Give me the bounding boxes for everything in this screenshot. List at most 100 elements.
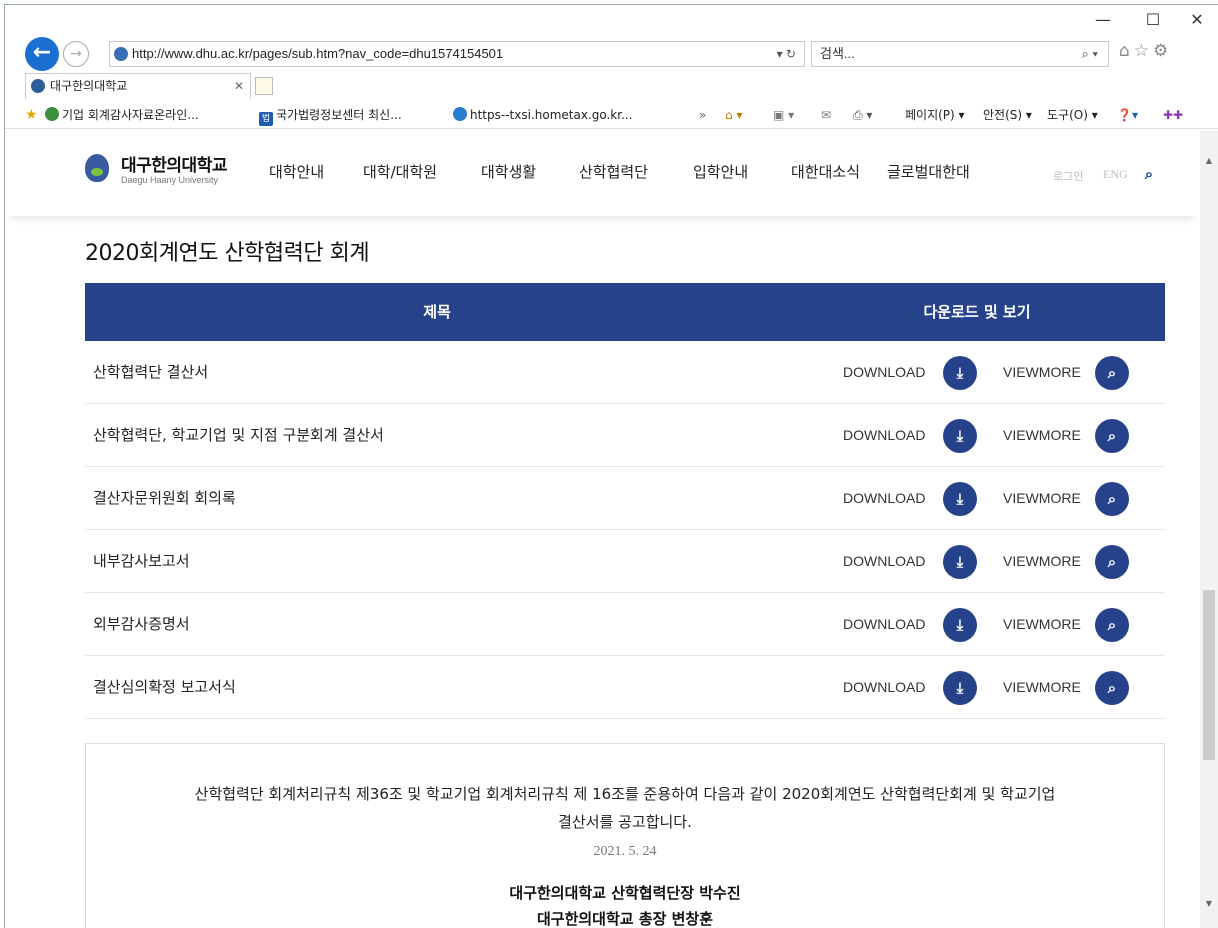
nav-item-about[interactable]: 대학안내 [269, 161, 324, 182]
ie-icon [453, 107, 467, 121]
document-title[interactable]: 외부감사증명서 [93, 593, 190, 656]
notice-signer-2: 대구한의대학교 총장 변창훈 [536, 910, 714, 928]
table-row: 산학협력단 결산서 DOWNLOAD ⤓ VIEWMORE ⌕ [85, 341, 1165, 404]
mail-icon[interactable]: ✉ [821, 101, 831, 129]
download-link[interactable]: DOWNLOAD [843, 467, 925, 530]
safety-menu[interactable]: 안전(S) ▾ [983, 101, 1032, 129]
document-title[interactable]: 결산자문위원회 회의록 [93, 467, 236, 530]
favorite-link-2[interactable]: 법 국가법령정보센터 최신... [259, 101, 402, 129]
tab-row: 대구한의대학교 ✕ [5, 73, 1218, 99]
viewmore-link[interactable]: VIEWMORE [1003, 530, 1081, 593]
login-link[interactable]: 로그인 [1053, 168, 1083, 184]
notice-line-2: 결산서를 공고합니다. [558, 813, 692, 831]
viewmore-link[interactable]: VIEWMORE [1003, 467, 1081, 530]
table-row: 결산자문위원회 회의록 DOWNLOAD ⤓ VIEWMORE ⌕ [85, 467, 1165, 530]
nav-item-campus-life[interactable]: 대학생활 [481, 161, 536, 182]
favorite-label: https--txsi.hometax.go.kr... [470, 108, 633, 122]
favorites-star-icon[interactable]: ★ [25, 101, 38, 129]
magnifier-icon[interactable]: ⌕ [1095, 356, 1129, 390]
minimize-button[interactable]: — [1083, 11, 1123, 29]
document-title[interactable]: 산학협력단 결산서 [93, 341, 208, 404]
magnifier-icon[interactable]: ⌕ [1095, 545, 1129, 579]
logo-english[interactable]: Daegu Haany University [121, 175, 218, 185]
document-table: 제목 다운로드 및 보기 산학협력단 결산서 DOWNLOAD ⤓ VIEWMORE ⌕… [85, 283, 1165, 719]
notice-box: 산학협력단 회계처리규칙 제36조 및 학교기업 회계처리규칙 제 16조를 준… [85, 743, 1165, 928]
site-search-icon[interactable]: ⌕ [1137, 163, 1161, 187]
table-header: 제목 다운로드 및 보기 [85, 283, 1165, 341]
viewmore-link[interactable]: VIEWMORE [1003, 593, 1081, 656]
download-icon[interactable]: ⤓ [943, 356, 977, 390]
scroll-up-icon[interactable]: ▲ [1200, 156, 1218, 165]
download-link[interactable]: DOWNLOAD [843, 404, 925, 467]
page-title: 2020회계연도 산학협력단 회계 [85, 241, 370, 266]
browser-window: — ☐ ✕ ← → http://www.dhu.ac.kr/pages/sub… [4, 4, 1218, 928]
address-row: ← → http://www.dhu.ac.kr/pages/sub.htm?n… [5, 35, 1218, 71]
page-scrollbar[interactable]: ▲ ▼ [1200, 130, 1218, 928]
page-menu[interactable]: 페이지(P) ▾ [905, 101, 965, 129]
address-bar[interactable]: http://www.dhu.ac.kr/pages/sub.htm?nav_c… [109, 41, 805, 67]
new-tab-icon[interactable] [255, 77, 273, 95]
site-header: 대구한의대학교 Daegu Haany University 대학안내 대학/대… [5, 130, 1201, 216]
print-icon[interactable]: ⎙ ▾ [853, 101, 872, 129]
help-icon[interactable]: ❓▾ [1117, 101, 1138, 129]
header-download: 다운로드 및 보기 [923, 303, 1031, 321]
download-icon[interactable]: ⤓ [943, 608, 977, 642]
nav-item-news[interactable]: 대한대소식 [791, 161, 860, 182]
viewmore-link[interactable]: VIEWMORE [1003, 341, 1081, 404]
rss-icon[interactable]: ▣ ▾ [773, 101, 794, 129]
favorite-link-1[interactable]: 기업 회계감사자료온라인... [45, 101, 199, 129]
refresh-icon[interactable]: ▾ ↻ [777, 42, 796, 66]
browser-search-input[interactable]: 검색... ⌕ ▾ [811, 41, 1109, 67]
notice-signer-1: 대구한의대학교 산학협력단장 박수진 [509, 884, 741, 902]
nav-item-colleges[interactable]: 대학/대학원 [363, 161, 437, 182]
scroll-thumb[interactable] [1203, 590, 1215, 760]
close-button[interactable]: ✕ [1177, 11, 1217, 29]
browser-tab[interactable]: 대구한의대학교 ✕ [25, 73, 251, 99]
download-link[interactable]: DOWNLOAD [843, 341, 925, 404]
scroll-down-icon[interactable]: ▼ [1200, 899, 1218, 908]
document-title[interactable]: 내부감사보고서 [93, 530, 190, 593]
forward-arrow-icon[interactable]: → [63, 41, 89, 67]
magnifier-icon[interactable]: ⌕ [1095, 482, 1129, 516]
table-row: 결산심의확정 보고서식 DOWNLOAD ⤓ VIEWMORE ⌕ [85, 656, 1165, 719]
more-favorites-icon[interactable]: » [699, 101, 706, 129]
back-arrow-icon[interactable]: ← [25, 37, 59, 71]
search-placeholder: 검색... [820, 46, 855, 61]
viewmore-link[interactable]: VIEWMORE [1003, 404, 1081, 467]
maximize-button[interactable]: ☐ [1133, 11, 1173, 29]
search-icon[interactable]: ⌕ ▾ [1082, 42, 1098, 66]
extension-icon[interactable]: ✚✚ [1163, 101, 1183, 129]
tools-menu[interactable]: 도구(O) ▾ [1047, 101, 1098, 129]
download-link[interactable]: DOWNLOAD [843, 593, 925, 656]
magnifier-icon[interactable]: ⌕ [1095, 671, 1129, 705]
magnifier-icon[interactable]: ⌕ [1095, 608, 1129, 642]
home-icon[interactable]: ⌂ ▾ [725, 101, 742, 129]
notice-date: 2021. 5. 24 [593, 844, 657, 859]
eng-link[interactable]: ENG [1103, 167, 1128, 182]
notice-text: 산학협력단 회계처리규칙 제36조 및 학교기업 회계처리규칙 제 16조를 준… [106, 780, 1144, 836]
download-link[interactable]: DOWNLOAD [843, 656, 925, 719]
nav-item-industry[interactable]: 산학협력단 [579, 161, 648, 182]
favorite-link-3[interactable]: https--txsi.hometax.go.kr... [453, 101, 633, 129]
download-icon[interactable]: ⤓ [943, 545, 977, 579]
favorites-bar: ★ 기업 회계감사자료온라인... 법 국가법령정보센터 최신... https-… [5, 101, 1218, 129]
logo-korean[interactable]: 대구한의대학교 [121, 151, 227, 176]
download-icon[interactable]: ⤓ [943, 482, 977, 516]
download-link[interactable]: DOWNLOAD [843, 530, 925, 593]
viewmore-link[interactable]: VIEWMORE [1003, 656, 1081, 719]
nav-item-admission[interactable]: 입학안내 [693, 161, 748, 182]
download-icon[interactable]: ⤓ [943, 671, 977, 705]
document-title[interactable]: 결산심의확정 보고서식 [93, 656, 236, 719]
table-row: 산학협력단, 학교기업 및 지점 구분회계 결산서 DOWNLOAD ⤓ VIEWMO… [85, 404, 1165, 467]
favorite-label: 기업 회계감사자료온라인... [62, 108, 199, 122]
nav-item-global[interactable]: 글로벌대한대 [887, 161, 970, 182]
download-icon[interactable]: ⤓ [943, 419, 977, 453]
tab-close-icon[interactable]: ✕ [234, 74, 244, 98]
document-title[interactable]: 산학협력단, 학교기업 및 지점 구분회계 결산서 [93, 404, 384, 467]
url-text: http://www.dhu.ac.kr/pages/sub.htm?nav_c… [132, 46, 504, 61]
university-emblem-icon[interactable] [85, 154, 109, 182]
site-favicon-icon [114, 47, 128, 61]
table-row: 내부감사보고서 DOWNLOAD ⤓ VIEWMORE ⌕ [85, 530, 1165, 593]
home-star-gear-icons[interactable]: ⌂☆⚙ [1119, 41, 1172, 61]
magnifier-icon[interactable]: ⌕ [1095, 419, 1129, 453]
